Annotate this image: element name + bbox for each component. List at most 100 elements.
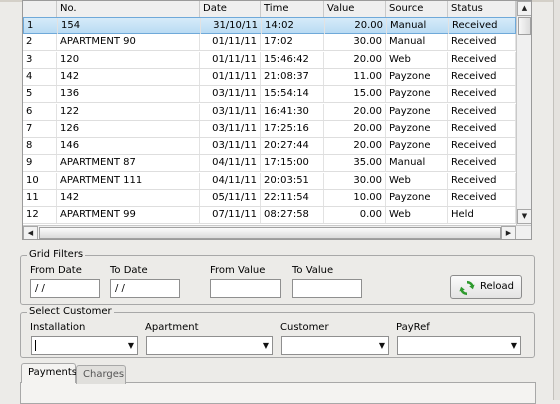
- cell-no: 126: [57, 120, 200, 137]
- cell-value: 20.00: [325, 18, 387, 34]
- reload-label: Reload: [480, 281, 515, 292]
- table-row[interactable]: 10 APARTMENT 111 04/11/11 20:03:51 30.00 Web R…: [23, 172, 516, 190]
- table-row[interactable]: 11 142 05/11/11 22:11:54 10.00 Payzone Receive…: [23, 190, 516, 207]
- payref-combo[interactable]: ▼: [397, 336, 521, 355]
- chevron-down-icon[interactable]: ▼: [128, 341, 134, 350]
- payref-label: PayRef: [396, 322, 430, 333]
- from-value-field[interactable]: [210, 279, 281, 298]
- payments-grid[interactable]: No. Date Time Value Source Status 1 154 31…: [22, 0, 532, 240]
- table-row[interactable]: 5 136 03/11/11 15:54:14 15.00 Payzone Received: [23, 86, 516, 104]
- reload-icon: [459, 280, 475, 296]
- cell-date: 31/10/11: [201, 18, 262, 34]
- cell-no: 136: [57, 86, 200, 103]
- tab-panel: [20, 382, 536, 404]
- table-row[interactable]: 8 146 03/11/11 20:27:44 20.00 Payzone Received: [23, 138, 516, 156]
- cell-rownum: 12: [23, 207, 57, 224]
- header-rownum[interactable]: [23, 1, 57, 17]
- table-row[interactable]: 7 126 03/11/11 17:25:16 20.00 Payzone Received: [23, 120, 516, 138]
- table-row[interactable]: 4 142 01/11/11 21:08:37 11.00 Payzone Received: [23, 68, 516, 86]
- table-row[interactable]: 9 APARTMENT 87 04/11/11 17:15:00 35.00 Manual…: [23, 155, 516, 173]
- cell-rownum: 2: [23, 34, 57, 51]
- cell-status: Received: [448, 190, 516, 206]
- cell-rownum: 11: [23, 190, 57, 206]
- cell-date: 05/11/11: [200, 190, 261, 206]
- cell-status: Held: [448, 207, 516, 224]
- cell-date: 07/11/11: [200, 207, 261, 224]
- cell-source: Payzone: [386, 120, 448, 137]
- triangle-right-icon[interactable]: ▶: [501, 226, 516, 239]
- table-row[interactable]: 1 154 31/10/11 14:02 20.00 Manual Received: [23, 17, 517, 34]
- cell-time: 17:02: [261, 34, 324, 51]
- cell-status: Received: [448, 51, 516, 68]
- cell-source: Payzone: [386, 68, 448, 85]
- apartment-label: Apartment: [145, 322, 199, 333]
- cell-date: 03/11/11: [200, 120, 261, 137]
- header-value[interactable]: Value: [324, 1, 386, 17]
- header-time[interactable]: Time: [261, 1, 324, 17]
- vertical-scrollbar[interactable]: ▲ ▼: [516, 1, 531, 225]
- cell-status: Received: [448, 172, 516, 189]
- from-date-label: From Date: [30, 265, 82, 276]
- chevron-down-icon[interactable]: ▼: [379, 341, 385, 350]
- cell-time: 17:15:00: [261, 155, 324, 172]
- chevron-down-icon[interactable]: ▼: [511, 341, 517, 350]
- to-value-label: To Value: [292, 265, 334, 276]
- horizontal-scrollbar[interactable]: ◀ ▶: [23, 225, 531, 239]
- cell-value: 15.00: [324, 86, 386, 103]
- cell-no: APARTMENT 99: [57, 207, 200, 224]
- cell-status: Received: [448, 86, 516, 103]
- cell-time: 21:08:37: [261, 68, 324, 85]
- cell-value: 30.00: [324, 172, 386, 189]
- window-right-edge: [553, 0, 560, 400]
- table-row[interactable]: 3 120 01/11/11 15:46:42 20.00 Web Received: [23, 51, 516, 69]
- cell-source: Manual: [387, 18, 449, 34]
- cell-status: Received: [448, 120, 516, 137]
- cell-no: APARTMENT 111: [57, 172, 200, 189]
- table-row[interactable]: 2 APARTMENT 90 01/11/11 17:02 30.00 Manual Rec…: [23, 34, 516, 52]
- cell-no: APARTMENT 90: [57, 34, 200, 51]
- cell-source: Web: [386, 172, 448, 189]
- customer-combo[interactable]: ▼: [281, 336, 389, 355]
- cell-no: 142: [57, 68, 200, 85]
- grid-filters-title: Grid Filters: [27, 249, 86, 261]
- vertical-scroll-thumb[interactable]: [518, 17, 531, 35]
- cell-date: 01/11/11: [200, 51, 261, 68]
- cell-rownum: 5: [23, 86, 57, 103]
- table-row[interactable]: 6 122 03/11/11 16:41:30 20.00 Payzone Received: [23, 103, 516, 121]
- header-source[interactable]: Source: [386, 1, 448, 17]
- reload-button[interactable]: Reload: [450, 275, 522, 299]
- installation-combo[interactable]: ▼: [31, 336, 138, 355]
- tab-charges[interactable]: Charges: [76, 365, 126, 384]
- triangle-left-icon[interactable]: ◀: [23, 226, 38, 239]
- header-status[interactable]: Status: [448, 1, 516, 17]
- cell-source: Payzone: [386, 86, 448, 103]
- cell-date: 04/11/11: [200, 155, 261, 172]
- triangle-down-icon[interactable]: ▼: [517, 209, 531, 224]
- cell-time: 15:54:14: [261, 86, 324, 103]
- cell-value: 35.00: [324, 155, 386, 172]
- tab-payments[interactable]: Payments: [21, 363, 77, 383]
- horizontal-scroll-thumb[interactable]: [39, 227, 501, 239]
- cell-value: 11.00: [324, 68, 386, 85]
- cell-rownum: 4: [23, 68, 57, 85]
- customer-label: Customer: [280, 322, 329, 333]
- cell-status: Received: [449, 18, 517, 34]
- cell-value: 20.00: [324, 138, 386, 155]
- from-date-field[interactable]: / /: [30, 279, 100, 298]
- table-row[interactable]: 12 APARTMENT 99 07/11/11 08:27:58 0.00 Web Hel…: [23, 207, 516, 225]
- installation-label: Installation: [30, 322, 86, 333]
- header-date[interactable]: Date: [200, 1, 261, 17]
- chevron-down-icon[interactable]: ▼: [263, 341, 269, 350]
- triangle-up-icon[interactable]: ▲: [517, 1, 531, 16]
- cell-no: 120: [57, 51, 200, 68]
- grid-header: No. Date Time Value Source Status: [23, 1, 516, 18]
- to-value-field[interactable]: [292, 279, 362, 298]
- apartment-combo[interactable]: ▼: [146, 336, 273, 355]
- cell-source: Web: [386, 51, 448, 68]
- to-date-field[interactable]: / /: [110, 279, 180, 298]
- cell-rownum: 7: [23, 120, 57, 137]
- header-no[interactable]: No.: [57, 1, 200, 17]
- cell-value: 10.00: [324, 190, 386, 206]
- cell-rownum: 8: [23, 138, 57, 155]
- cell-date: 03/11/11: [200, 86, 261, 103]
